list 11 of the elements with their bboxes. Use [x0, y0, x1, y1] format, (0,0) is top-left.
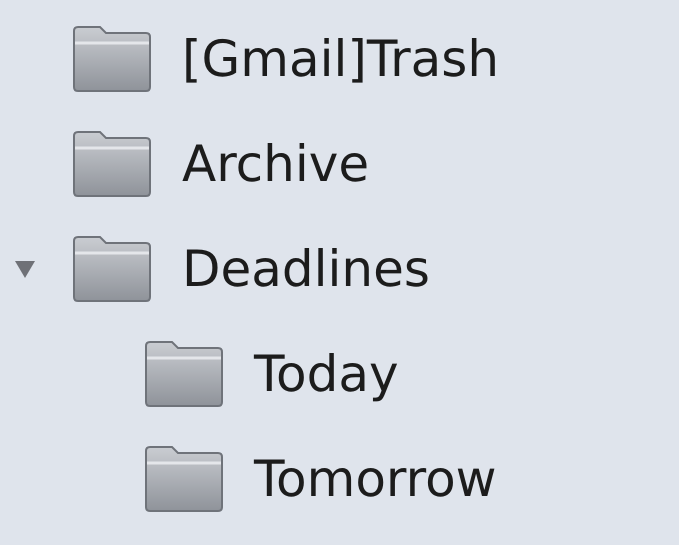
- folder-icon: [72, 24, 152, 92]
- folder-icon: [144, 444, 224, 512]
- disclosure-triangle-icon[interactable]: [14, 258, 36, 278]
- folder-label[interactable]: Today: [254, 344, 399, 402]
- folder-label[interactable]: Archive: [182, 134, 370, 192]
- folder-label[interactable]: Tomorrow: [254, 450, 497, 508]
- folder-icon: [72, 130, 152, 198]
- folder-icon: [144, 340, 224, 408]
- folder-label[interactable]: Deadlines: [182, 240, 430, 298]
- folder-icon: [72, 234, 152, 302]
- folder-label[interactable]: [Gmail]Trash: [182, 30, 500, 88]
